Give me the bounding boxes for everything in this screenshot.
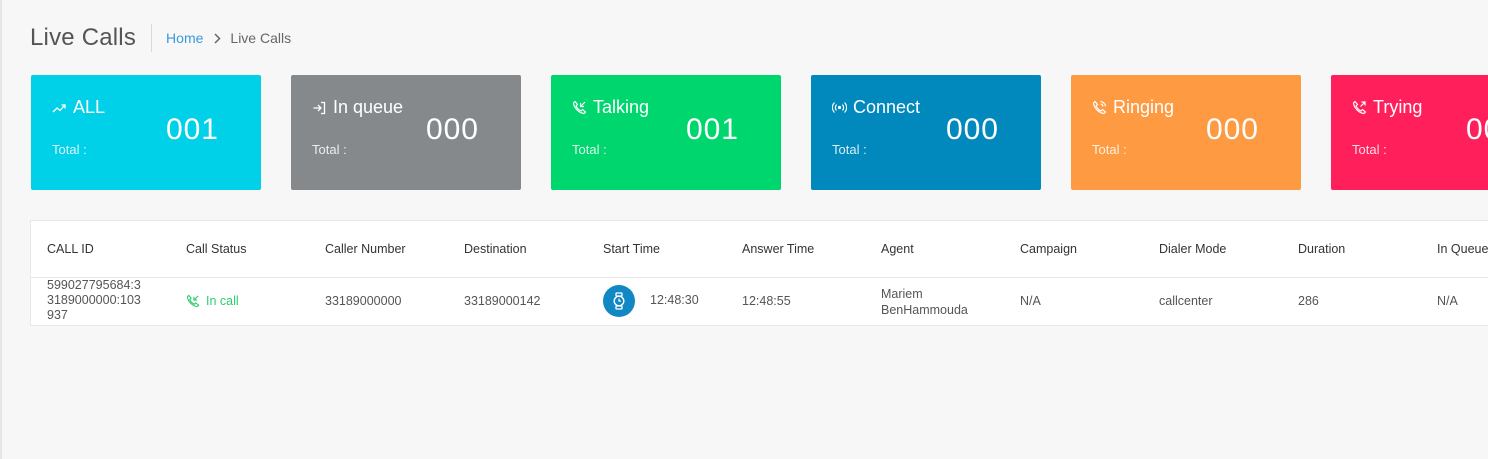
table-row[interactable]: 599027795684:3 3189000000:103 937 In cal… (31, 278, 1488, 326)
card-value: 001 (685, 113, 739, 146)
breadcrumb: Home Live Calls (166, 30, 291, 46)
column-header-start-time[interactable]: Start Time (603, 242, 660, 256)
status-cards: ALL 001 Total : In queue 000 Total : Tal… (31, 75, 1488, 190)
column-header-call-id[interactable]: CALL ID (47, 242, 94, 256)
call-id-line: 599027795684:3 (47, 278, 141, 292)
card-value: 000 (1465, 113, 1488, 146)
card-value: 000 (425, 113, 479, 146)
card-connect[interactable]: Connect 000 Total : (811, 75, 1041, 190)
column-header-destination[interactable]: Destination (464, 242, 527, 256)
phone-incoming-icon (571, 100, 587, 116)
card-value: 000 (945, 113, 999, 146)
cell-in-queue: N/A (1437, 294, 1458, 308)
cell-call-status: In call (186, 294, 239, 308)
call-id-line: 3189000000:103 (47, 293, 141, 307)
column-header-in-queue[interactable]: In Queue (1437, 242, 1488, 256)
page-left-border (0, 0, 2, 459)
cell-destination: 33189000142 (464, 294, 541, 308)
card-label: Talking (593, 97, 650, 117)
status-badge: In call (206, 294, 239, 308)
watch-icon[interactable] (603, 285, 635, 317)
card-label: In queue (333, 97, 404, 117)
table-header: CALL ID Call Status Caller Number Destin… (31, 221, 1488, 278)
cell-dialer-mode: callcenter (1159, 294, 1213, 308)
card-total-label: Total : (832, 142, 867, 157)
column-header-duration[interactable]: Duration (1298, 242, 1345, 256)
card-label: Trying (1373, 97, 1423, 117)
phone-incoming-icon (186, 294, 200, 308)
card-label: ALL (73, 97, 106, 117)
call-id-line: 937 (47, 308, 68, 322)
page-header: Live Calls Home Live Calls (30, 22, 291, 54)
card-all[interactable]: ALL 001 Total : (31, 75, 261, 190)
column-header-agent[interactable]: Agent (881, 242, 914, 256)
column-header-caller-number[interactable]: Caller Number (325, 242, 406, 256)
card-label: Connect (853, 97, 921, 117)
card-ringing[interactable]: Ringing 000 Total : (1071, 75, 1301, 190)
page-title: Live Calls (30, 24, 137, 51)
card-total-label: Total : (1092, 142, 1127, 157)
cell-call-id: 599027795684:3 3189000000:103 937 (47, 278, 162, 323)
card-value: 001 (165, 113, 219, 146)
breadcrumb-home-link[interactable]: Home (166, 30, 203, 46)
chevron-right-icon (214, 32, 221, 44)
broadcast-icon (831, 100, 847, 116)
column-header-answer-time[interactable]: Answer Time (742, 242, 814, 256)
cell-start-time: 12:48:30 (650, 293, 699, 307)
card-in-queue[interactable]: In queue 000 Total : (291, 75, 521, 190)
header-divider (151, 24, 153, 52)
card-total-label: Total : (312, 142, 347, 157)
cell-answer-time: 12:48:55 (742, 294, 791, 308)
card-label: Ringing (1113, 97, 1175, 117)
cell-caller-number: 33189000000 (325, 294, 402, 308)
cell-campaign: N/A (1020, 294, 1041, 308)
cell-agent: Mariem BenHammouda (881, 286, 968, 318)
column-header-dialer-mode[interactable]: Dialer Mode (1159, 242, 1226, 256)
agent-first-name: Mariem (881, 287, 923, 301)
agent-last-name: BenHammouda (881, 303, 968, 317)
card-total-label: Total : (1352, 142, 1387, 157)
card-total-label: Total : (572, 142, 607, 157)
live-calls-table: CALL ID Call Status Caller Number Destin… (30, 220, 1488, 326)
phone-outgoing-icon (1351, 100, 1367, 116)
phone-ringing-icon (1091, 100, 1107, 116)
breadcrumb-current: Live Calls (230, 30, 292, 46)
card-talking[interactable]: Talking 001 Total : (551, 75, 781, 190)
card-trying[interactable]: Trying 000 Total : (1331, 75, 1488, 190)
trending-up-icon (51, 100, 67, 116)
column-header-call-status[interactable]: Call Status (186, 242, 246, 256)
card-total-label: Total : (52, 142, 87, 157)
column-header-campaign[interactable]: Campaign (1020, 242, 1077, 256)
card-value: 000 (1205, 113, 1259, 146)
login-arrow-icon (311, 100, 327, 116)
cell-duration: 286 (1298, 294, 1319, 308)
